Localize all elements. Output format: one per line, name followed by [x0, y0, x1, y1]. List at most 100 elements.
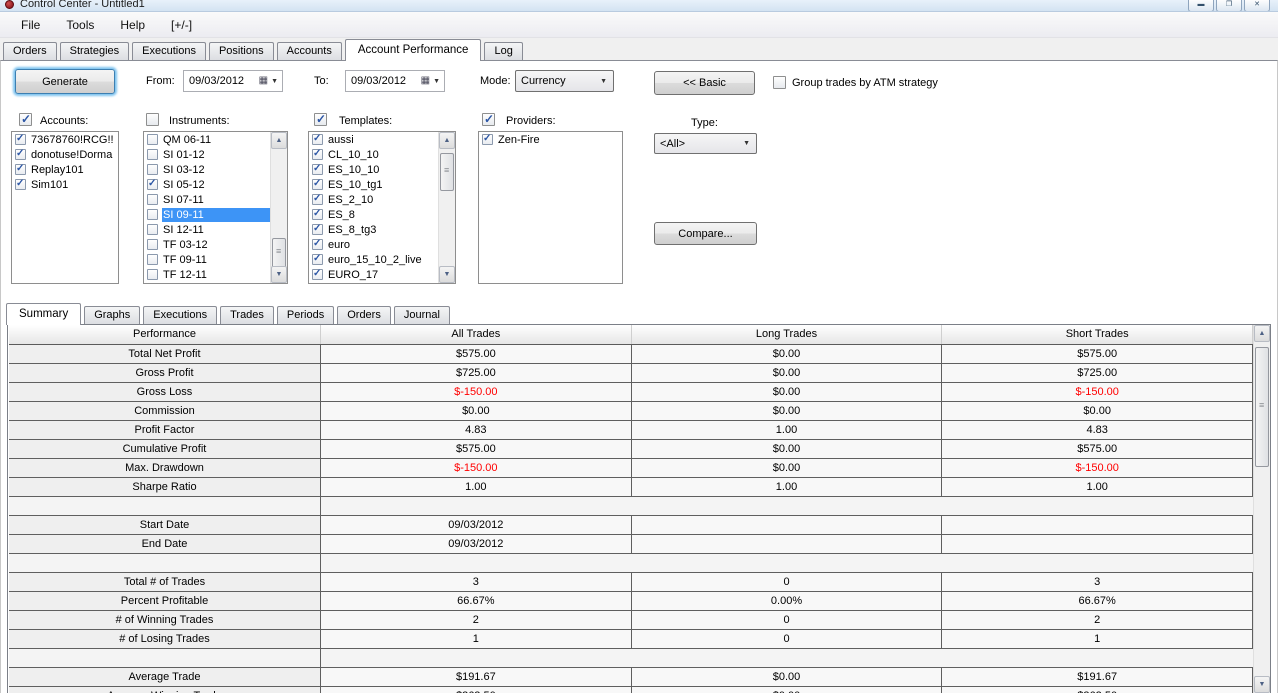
item-checkbox[interactable]	[147, 149, 158, 160]
item-checkbox[interactable]	[15, 163, 26, 175]
generate-button[interactable]: Generate	[15, 69, 115, 94]
menu-file[interactable]: File	[8, 14, 53, 36]
instruments-filter-checkbox[interactable]	[146, 113, 159, 126]
item-checkbox[interactable]	[147, 164, 158, 175]
report-tab-trades[interactable]: Trades	[220, 306, 274, 324]
tab-executions[interactable]: Executions	[132, 42, 206, 60]
close-button[interactable]: ✕	[1244, 0, 1270, 11]
list-item-tf-03-12[interactable]: TF 03-12	[144, 237, 270, 252]
list-item-sim101[interactable]: Sim101	[12, 177, 118, 192]
item-checkbox[interactable]	[312, 148, 323, 160]
to-date-picker[interactable]: 09/03/2012 ▦ ▼	[345, 70, 445, 92]
item-checkbox[interactable]	[147, 194, 158, 205]
group-by-atm-checkbox[interactable]	[773, 76, 786, 89]
scroll-down-icon[interactable]: ▼	[1254, 676, 1270, 693]
list-item-es-10-10[interactable]: ES_10_10	[309, 162, 438, 177]
compare-button[interactable]: Compare...	[654, 222, 757, 245]
calendar-icon[interactable]: ▦	[259, 76, 268, 86]
chevron-down-icon[interactable]: ▼	[433, 78, 440, 85]
item-checkbox[interactable]	[15, 148, 26, 160]
restore-button[interactable]: ❐	[1216, 0, 1242, 11]
accounts-filter-checkbox[interactable]	[19, 112, 32, 126]
item-checkbox[interactable]	[147, 178, 158, 190]
scroll-up-icon[interactable]: ▲	[439, 132, 455, 149]
column-header-all-trades[interactable]: All Trades	[321, 325, 632, 344]
tab-orders[interactable]: Orders	[3, 42, 57, 60]
item-checkbox[interactable]	[312, 223, 323, 235]
instruments-scrollbar[interactable]: ▲ ▼	[270, 132, 287, 283]
list-item-es-2-10[interactable]: ES_2_10	[309, 192, 438, 207]
list-item-zen-fire[interactable]: Zen-Fire	[479, 132, 622, 147]
list-item-euro[interactable]: euro	[309, 237, 438, 252]
report-tab-summary[interactable]: Summary	[6, 303, 82, 325]
item-checkbox[interactable]	[147, 224, 158, 235]
item-checkbox[interactable]	[482, 133, 493, 145]
list-item-es-8-tg3[interactable]: ES_8_tg3	[309, 222, 438, 237]
scrollbar-thumb[interactable]	[1255, 347, 1269, 467]
list-item-es-10-tg1[interactable]: ES_10_tg1	[309, 177, 438, 192]
item-checkbox[interactable]	[312, 163, 323, 175]
item-checkbox[interactable]	[312, 178, 323, 190]
item-checkbox[interactable]	[312, 133, 323, 145]
item-checkbox[interactable]	[147, 134, 158, 145]
list-item-tf-09-11[interactable]: TF 09-11	[144, 252, 270, 267]
mode-select[interactable]: Currency ▼	[515, 70, 614, 92]
templates-scrollbar[interactable]: ▲ ▼	[438, 132, 455, 283]
calendar-icon[interactable]: ▦	[421, 76, 430, 86]
item-checkbox[interactable]	[312, 238, 323, 250]
list-item-euro-17[interactable]: EURO_17	[309, 267, 438, 282]
item-checkbox[interactable]	[312, 253, 323, 265]
item-checkbox[interactable]	[312, 208, 323, 220]
report-tab-executions[interactable]: Executions	[143, 306, 218, 324]
menu-help[interactable]: Help	[107, 14, 158, 36]
scroll-up-icon[interactable]: ▲	[1254, 325, 1270, 342]
scrollbar-thumb[interactable]	[440, 153, 454, 191]
list-item-euro-15-10-2-live[interactable]: euro_15_10_2_live	[309, 252, 438, 267]
providers-filter-checkbox[interactable]	[482, 112, 495, 126]
tab-accounts[interactable]: Accounts	[276, 42, 342, 60]
column-header-performance[interactable]: Performance	[9, 325, 321, 344]
tab-strategies[interactable]: Strategies	[59, 42, 130, 60]
list-item-si-01-12[interactable]: SI 01-12	[144, 147, 270, 162]
list-item-73678760-rcg[interactable]: 73678760!RCG!!	[12, 132, 118, 147]
list-item-donotuse-dorma[interactable]: donotuse!Dorma	[12, 147, 118, 162]
list-item-si-03-12[interactable]: SI 03-12	[144, 162, 270, 177]
list-item-si-07-11[interactable]: SI 07-11	[144, 192, 270, 207]
from-date-picker[interactable]: 09/03/2012 ▦ ▼	[183, 70, 283, 92]
menu-tools[interactable]: Tools	[53, 14, 107, 36]
item-checkbox[interactable]	[147, 239, 158, 250]
report-tab-orders[interactable]: Orders	[337, 306, 391, 324]
item-checkbox[interactable]	[312, 268, 323, 280]
scroll-down-icon[interactable]: ▼	[271, 266, 287, 283]
list-item-si-12-11[interactable]: SI 12-11	[144, 222, 270, 237]
list-item-aussi[interactable]: aussi	[309, 132, 438, 147]
basic-button[interactable]: << Basic	[654, 71, 755, 95]
item-checkbox[interactable]	[147, 269, 158, 280]
column-header-short-trades[interactable]: Short Trades	[942, 325, 1253, 344]
type-select[interactable]: <All> ▼	[654, 133, 757, 154]
list-item-qm-06-11[interactable]: QM 06-11	[144, 132, 270, 147]
scroll-up-icon[interactable]: ▲	[271, 132, 287, 149]
item-checkbox[interactable]	[15, 178, 26, 190]
report-tab-journal[interactable]: Journal	[393, 306, 450, 324]
list-item-tf-12-11[interactable]: TF 12-11	[144, 267, 270, 282]
tab-positions[interactable]: Positions	[208, 42, 274, 60]
minimize-button[interactable]: ▬	[1188, 0, 1214, 11]
item-checkbox[interactable]	[15, 133, 26, 145]
scroll-down-icon[interactable]: ▼	[439, 266, 455, 283]
tab-log[interactable]: Log	[484, 42, 523, 60]
report-tab-periods[interactable]: Periods	[276, 306, 335, 324]
list-item-replay101[interactable]: Replay101	[12, 162, 118, 177]
tab-account-performance[interactable]: Account Performance	[344, 39, 482, 61]
column-header-long-trades[interactable]: Long Trades	[632, 325, 943, 344]
menu-item[interactable]: [+/-]	[158, 14, 205, 36]
list-item-si-09-11[interactable]: SI 09-11	[144, 207, 270, 222]
item-checkbox[interactable]	[147, 254, 158, 265]
summary-table-scrollbar[interactable]: ▲ ▼	[1253, 325, 1270, 693]
list-item-si-05-12[interactable]: SI 05-12	[144, 177, 270, 192]
item-checkbox[interactable]	[312, 193, 323, 205]
item-checkbox[interactable]	[147, 209, 158, 220]
report-tab-graphs[interactable]: Graphs	[84, 306, 141, 324]
templates-filter-checkbox[interactable]	[314, 112, 327, 126]
chevron-down-icon[interactable]: ▼	[271, 78, 278, 85]
